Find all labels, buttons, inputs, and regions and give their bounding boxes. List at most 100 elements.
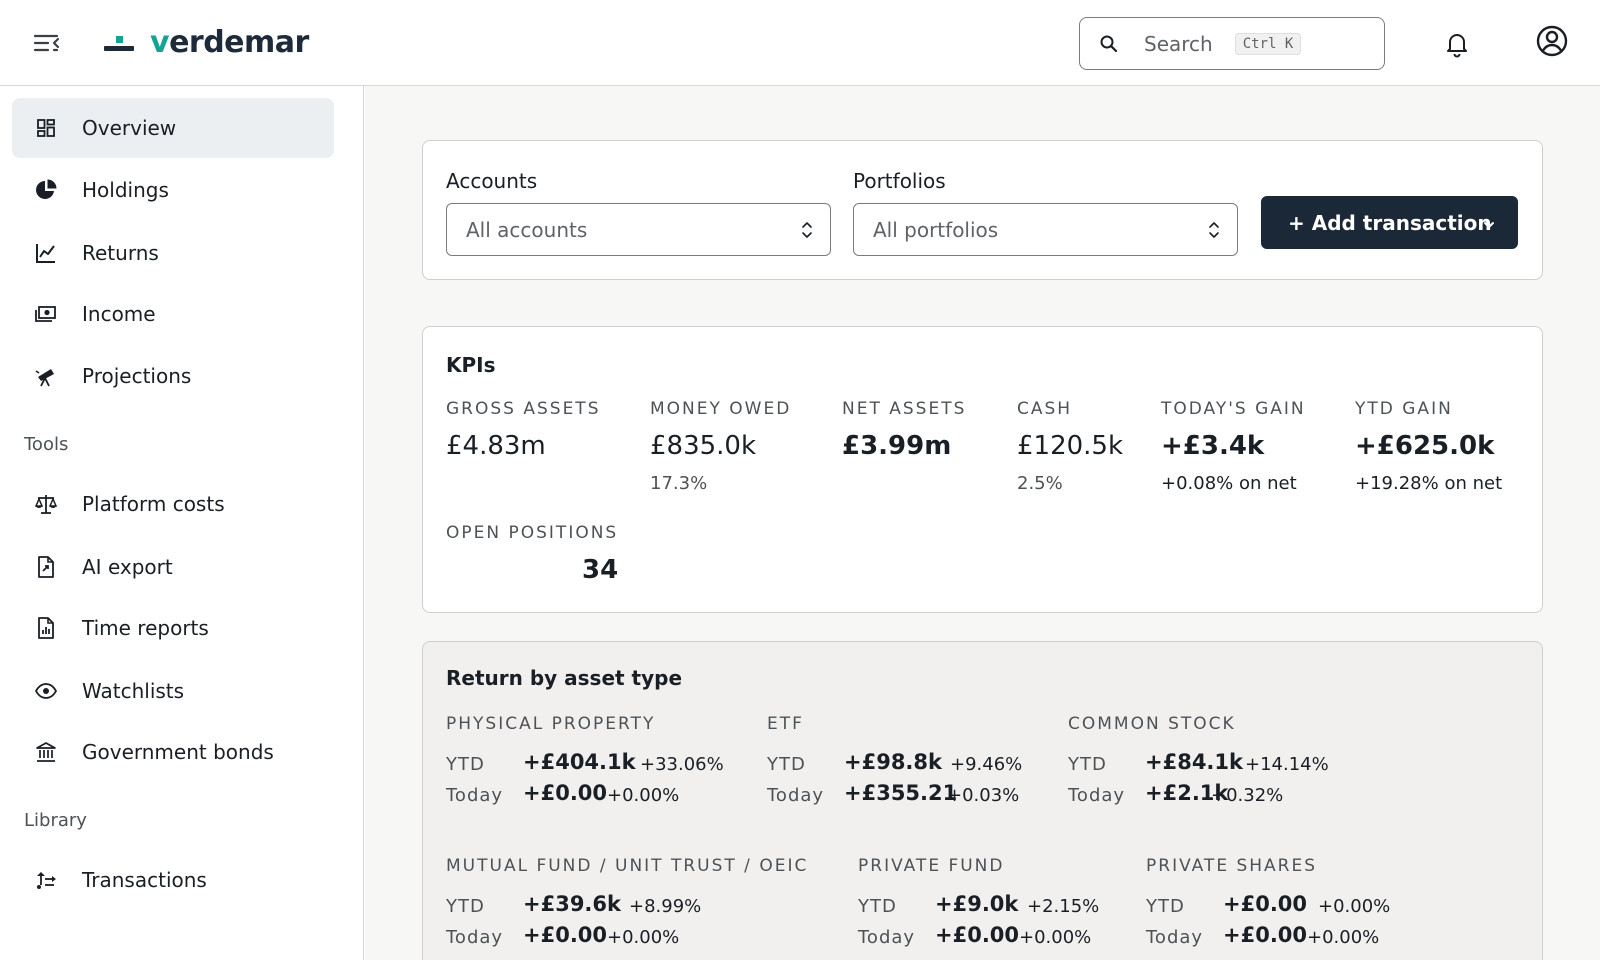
kpi-label: NET ASSETS [842,399,967,419]
return-amount: +£0.00 [523,923,608,947]
asset-common-stock: COMMON STOCK YTD +£84.1k +14.14% Today +… [1068,714,1368,812]
kpi-label: TODAY'S GAIN [1161,399,1306,419]
collapse-menu-icon[interactable] [30,28,62,58]
return-percent: +2.15% [1027,896,1100,917]
today-row: Today +£0.00 +0.00% [858,923,1128,954]
bank-icon [34,740,58,764]
sidebar-item-label: Overview [82,116,177,140]
period-label: Today [1146,927,1204,948]
search-icon [1098,33,1120,55]
asset-type-label: PRIVATE FUND [858,856,1005,876]
ytd-row: YTD +£84.1k +14.14% [1068,750,1368,781]
return-amount: +£0.00 [523,781,608,805]
brand-logo[interactable]: verdemar [104,22,309,62]
telescope-icon [34,364,58,388]
sidebar-item-label: Transactions [82,868,207,892]
kpi-value: 34 [582,555,619,585]
sidebar: Overview Holdings Returns Income Project… [0,86,364,960]
asset-physical-property: PHYSICAL PROPERTY YTD +£404.1k +33.06% T… [446,714,746,812]
main-content: Accounts All accounts Portfolios All por… [365,86,1600,960]
notifications-bell-icon[interactable] [1444,30,1470,58]
ytd-row: YTD +£404.1k +33.06% [446,750,746,781]
kpi-todays-gain: TODAY'S GAIN +£3.4k +0.08% on net [1161,399,1306,494]
period-label: Today [446,785,504,806]
return-amount: +£9.0k [935,892,1019,916]
sidebar-item-label: Returns [82,241,159,265]
asset-mutual-fund: MUTUAL FUND / UNIT TRUST / OEIC YTD +£39… [446,856,836,954]
kpis-title: KPIs [446,353,496,377]
sidebar-item-label: AI export [82,555,173,579]
portfolios-select[interactable]: All portfolios [853,203,1238,256]
chevron-down-icon[interactable] [1482,216,1496,228]
sidebar-item-time-reports[interactable]: Time reports [12,598,334,658]
accounts-label: Accounts [446,169,538,193]
return-amount: +£84.1k [1145,750,1243,774]
kpi-gross-assets: GROSS ASSETS £4.83m [446,399,600,461]
today-row: Today +£0.00 +0.00% [1146,923,1446,954]
sidebar-item-returns[interactable]: Returns [12,223,334,283]
file-chart-icon [34,616,58,640]
add-transaction-label: + Add transaction [1288,210,1492,235]
scales-icon [34,492,58,516]
return-percent: +0.00% [607,785,680,806]
period-label: Today [1068,785,1126,806]
updown-chevron-icon [1207,219,1221,241]
kpi-value: £3.99m [842,431,952,461]
kpi-label: OPEN POSITIONS [446,523,619,543]
sidebar-item-income[interactable]: Income [12,284,334,344]
kpi-label: CASH [1017,399,1073,419]
kpi-value: £835.0k [650,431,757,461]
return-amount: +£355.21 [844,781,958,805]
kpi-label: MONEY OWED [650,399,792,419]
sidebar-item-overview[interactable]: Overview [12,98,334,158]
return-percent: +14.14% [1245,754,1329,775]
cash-icon [34,302,58,326]
sidebar-item-projections[interactable]: Projections [12,346,334,406]
add-transaction-button[interactable]: + Add transaction [1261,196,1518,249]
period-label: YTD [767,754,806,775]
kpi-label: YTD GAIN [1355,399,1453,419]
user-account-icon[interactable] [1535,24,1569,58]
sidebar-item-label: Platform costs [82,492,225,516]
return-percent: +33.06% [640,754,724,775]
today-row: Today +£0.00 +0.00% [446,781,746,812]
portfolios-select-value: All portfolios [873,217,999,242]
sidebar-item-label: Watchlists [82,679,185,703]
period-label: YTD [1146,896,1185,917]
updown-chevron-icon [800,219,814,241]
return-amount: +£404.1k [523,750,636,774]
sidebar-item-ai-export[interactable]: AI export [12,537,334,597]
kpi-net-assets: NET ASSETS £3.99m [842,399,966,461]
dashboard-icon [34,116,58,140]
sidebar-item-platform-costs[interactable]: Platform costs [12,474,334,534]
sidebar-item-watchlists[interactable]: Watchlists [12,661,334,721]
sidebar-item-label: Government bonds [82,740,274,764]
period-label: Today [858,927,916,948]
today-row: Today +£2.1k +0.32% [1068,781,1368,812]
sidebar-item-holdings[interactable]: Holdings [12,160,334,220]
sidebar-item-label: Time reports [82,616,209,640]
period-label: YTD [446,754,485,775]
eye-icon [34,679,58,703]
kpi-money-owed: MONEY OWED £835.0k 17.3% [650,399,791,494]
ytd-row: YTD +£9.0k +2.15% [858,892,1128,923]
top-bar: verdemar Search Ctrl K [0,0,1600,86]
ytd-row: YTD +£98.8k +9.46% [767,750,1047,781]
asset-type-label: PHYSICAL PROPERTY [446,714,656,734]
search-input[interactable]: Search Ctrl K [1079,17,1385,70]
accounts-select[interactable]: All accounts [446,203,831,256]
asset-type-label: ETF [767,714,804,734]
sidebar-item-transactions[interactable]: Transactions [12,850,334,910]
sidebar-section-library: Library [24,810,87,831]
returns-title: Return by asset type [446,666,683,690]
asset-etf: ETF YTD +£98.8k +9.46% Today +£355.21 +0… [767,714,1047,812]
period-label: Today [767,785,825,806]
kpi-value: +£625.0k [1355,431,1495,461]
kpi-open-positions: OPEN POSITIONS 34 [446,523,618,585]
ytd-row: YTD +£39.6k +8.99% [446,892,836,923]
kpi-subvalue: 17.3% [650,473,708,494]
kpi-cash: CASH £120.5k 2.5% [1017,399,1123,494]
sidebar-item-label: Holdings [82,178,169,202]
sidebar-item-government-bonds[interactable]: Government bonds [12,722,334,782]
return-amount: +£0.00 [1223,892,1308,916]
